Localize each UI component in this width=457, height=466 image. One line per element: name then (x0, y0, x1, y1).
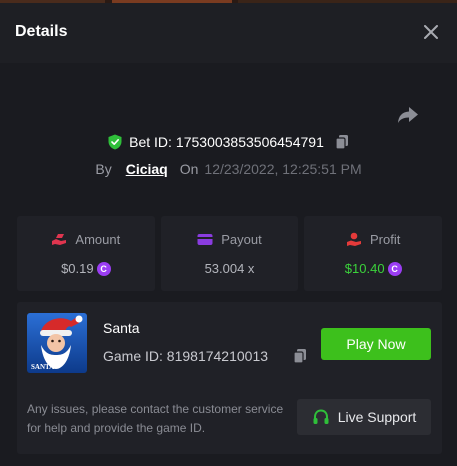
profit-hand-icon (347, 232, 361, 246)
santa-game-image: SANTA (27, 313, 87, 373)
coin-icon: C (96, 261, 111, 276)
share-button[interactable] (396, 105, 422, 127)
verified-shield-icon (108, 134, 122, 150)
by-label: By (95, 161, 112, 177)
game-id-row: Game ID: 8198174210013 (103, 348, 268, 364)
stat-payout-label: Payout (221, 232, 262, 247)
copy-bet-id-icon[interactable] (334, 134, 350, 150)
bet-datetime: 12/23/2022, 12:25:51 PM (204, 161, 362, 177)
stat-profit: Profit $10.40 C (304, 216, 443, 291)
stat-amount: Amount $0.19 C (17, 216, 155, 291)
close-icon (424, 25, 438, 39)
stat-profit-value: $10.40 (344, 261, 385, 276)
bet-id-value: 1753003853506454791 (175, 134, 324, 150)
details-modal: Details Bet ID: 1753003853506454791 By C… (0, 3, 457, 466)
game-id-label: Game ID: (103, 348, 163, 364)
game-id-value: 8198174210013 (166, 348, 269, 364)
stat-amount-value: $0.19 (61, 261, 94, 276)
support-help-text: Any issues, please contact the customer … (27, 402, 284, 435)
stat-profit-label: Profit (370, 232, 401, 247)
coin-icon: C (387, 261, 402, 276)
stat-payout-value: 53.004 x (204, 261, 255, 276)
play-now-button[interactable]: Play Now (321, 328, 431, 360)
close-button[interactable] (419, 20, 443, 44)
bet-id-label: Bet ID: (129, 134, 172, 150)
username-link[interactable]: Ciciaq (126, 161, 168, 177)
share-icon (398, 107, 418, 123)
game-card: SANTA Santa Game ID: 8198174210013 Play … (17, 302, 442, 454)
wallet-icon (197, 234, 213, 245)
bet-id-row: Bet ID: 1753003853506454791 (0, 134, 457, 150)
game-name: Santa (103, 320, 140, 336)
live-support-label: Live Support (337, 409, 417, 425)
stats-row: Amount $0.19 C Payout 53.004 x Profit $1… (17, 216, 443, 291)
live-support-button[interactable]: Live Support (297, 399, 431, 435)
game-thumbnail[interactable]: SANTA (27, 313, 87, 373)
on-label: On (179, 161, 199, 177)
headset-icon (313, 409, 329, 424)
modal-title: Details (15, 23, 68, 40)
copy-game-id-icon[interactable] (292, 348, 308, 364)
bet-meta-row: By Ciciaq On 12/23/2022, 12:25:51 PM (0, 161, 457, 177)
stat-payout: Payout 53.004 x (160, 216, 299, 291)
bet-hand-icon (52, 233, 67, 245)
santa-logo-text: SANTA (31, 363, 54, 371)
stat-amount-label: Amount (75, 232, 121, 247)
modal-header: Details (0, 3, 457, 63)
